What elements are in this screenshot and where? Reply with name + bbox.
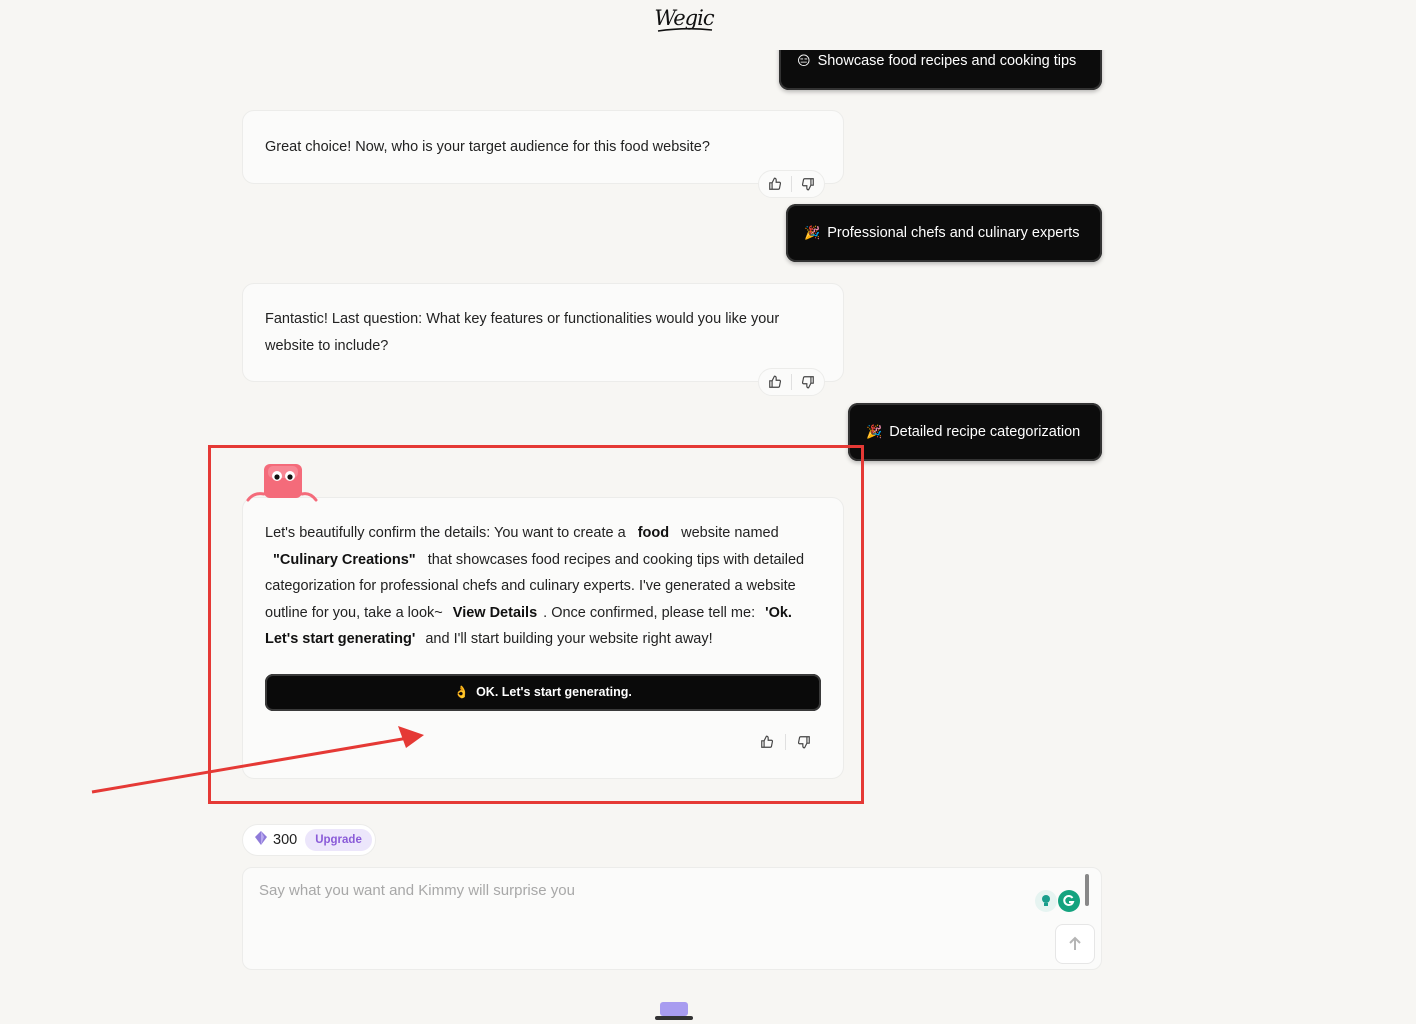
chat-input[interactable] xyxy=(257,880,1021,954)
credits-amount: 300 xyxy=(273,832,298,848)
upgrade-button[interactable]: Upgrade xyxy=(305,829,372,851)
chat-input-box xyxy=(242,867,1102,970)
send-arrow-icon xyxy=(1069,936,1081,950)
send-button[interactable] xyxy=(1055,924,1095,964)
grammar-extension-icon[interactable] xyxy=(1058,890,1080,912)
bottom-mascot-icon xyxy=(655,1002,693,1020)
credits-badge: 300 Upgrade xyxy=(242,824,376,856)
input-scrollbar[interactable] xyxy=(1085,874,1089,906)
gem-icon xyxy=(255,831,267,849)
lightbulb-extension-icon[interactable] xyxy=(1035,890,1057,912)
